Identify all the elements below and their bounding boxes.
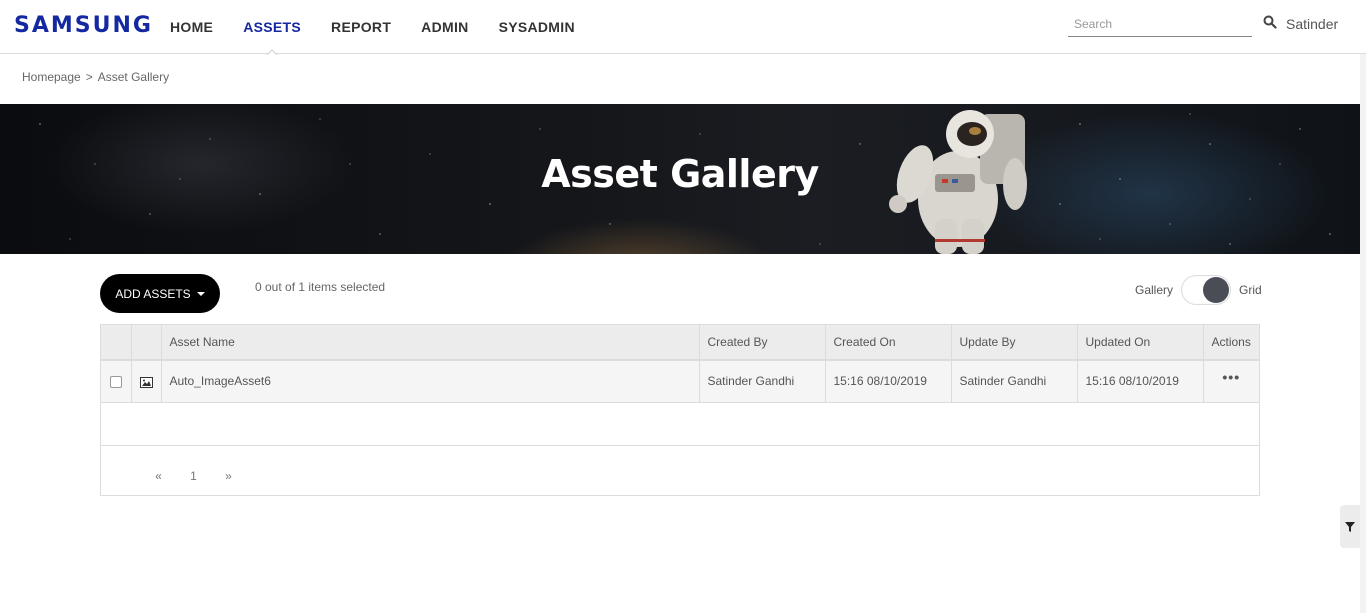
asset-table: Asset Name Created By Created On Update … <box>101 325 1259 446</box>
hero-banner: Asset Gallery <box>0 104 1360 254</box>
empty-row <box>101 402 1259 446</box>
cell-update-by: Satinder Gandhi <box>951 360 1078 403</box>
pagination-page-1[interactable]: 1 <box>176 469 211 483</box>
nav-assets[interactable]: ASSETS <box>243 0 301 56</box>
table-header-row: Asset Name Created By Created On Update … <box>101 325 1259 361</box>
selection-count: 0 out of 1 items selected <box>255 280 386 294</box>
pagination-prev[interactable]: « <box>141 469 176 483</box>
breadcrumb-separator: > <box>85 70 93 84</box>
filter-button[interactable] <box>1340 505 1360 548</box>
empty-cell <box>101 402 1259 446</box>
header-icon-cell <box>131 325 162 361</box>
header-checkbox-cell <box>101 325 132 361</box>
header-created-on[interactable]: Created On <box>825 325 952 361</box>
cell-asset-name[interactable]: Auto_ImageAsset6 <box>161 360 700 403</box>
pagination-next[interactable]: » <box>211 469 246 483</box>
pagination: « 1 » <box>141 469 246 483</box>
breadcrumb-current: Asset Gallery <box>97 70 170 84</box>
filter-icon <box>1345 521 1355 532</box>
cell-updated-on: 15:16 08/10/2019 <box>1077 360 1204 403</box>
user-name[interactable]: Satinder <box>1286 16 1338 32</box>
add-assets-label: ADD ASSETS <box>115 286 191 301</box>
more-actions-icon[interactable]: ••• <box>1222 369 1240 385</box>
nav-sysadmin[interactable]: SYSADMIN <box>499 0 575 54</box>
nav-report[interactable]: REPORT <box>331 0 391 54</box>
breadcrumb-home[interactable]: Homepage <box>22 70 81 84</box>
caret-down-icon <box>196 291 205 296</box>
view-toggle: Gallery Grid <box>1135 274 1262 306</box>
cell-actions: ••• <box>1203 360 1259 403</box>
page-scrollbar[interactable] <box>1360 54 1366 613</box>
header-asset-name[interactable]: Asset Name <box>161 325 700 361</box>
asset-table-container: Asset Name Created By Created On Update … <box>100 324 1260 496</box>
table-row[interactable]: Auto_ImageAsset6 Satinder Gandhi 15:16 0… <box>101 360 1259 403</box>
header-actions: Actions <box>1203 325 1259 361</box>
breadcrumb: Homepage > Asset Gallery <box>22 70 169 84</box>
toggle-label-grid[interactable]: Grid <box>1239 283 1262 297</box>
toggle-label-gallery[interactable]: Gallery <box>1135 283 1173 297</box>
header-update-by[interactable]: Update By <box>951 325 1078 361</box>
search-input[interactable] <box>1068 12 1252 37</box>
header-created-by[interactable]: Created By <box>699 325 826 361</box>
toggle-knob <box>1203 277 1230 303</box>
samsung-logo[interactable]: SAMSUNG <box>14 13 153 38</box>
header-updated-on[interactable]: Updated On <box>1077 325 1204 361</box>
nav-admin[interactable]: ADMIN <box>421 0 468 54</box>
search-icon[interactable] <box>1263 15 1277 29</box>
row-type-cell <box>131 360 162 403</box>
add-assets-button[interactable]: ADD ASSETS <box>100 274 220 313</box>
nav-home[interactable]: HOME <box>170 0 213 54</box>
row-checkbox-cell <box>101 360 132 403</box>
main-nav: HOME ASSETS REPORT ADMIN SYSADMIN <box>170 0 605 56</box>
top-header: SAMSUNG HOME ASSETS REPORT ADMIN SYSADMI… <box>0 0 1366 56</box>
gallery-grid-switch[interactable] <box>1181 275 1232 305</box>
cell-created-by: Satinder Gandhi <box>699 360 826 403</box>
row-checkbox[interactable] <box>109 376 122 389</box>
banner-title: Asset Gallery <box>541 152 819 196</box>
cell-created-on: 15:16 08/10/2019 <box>825 360 952 403</box>
image-icon <box>139 376 153 388</box>
